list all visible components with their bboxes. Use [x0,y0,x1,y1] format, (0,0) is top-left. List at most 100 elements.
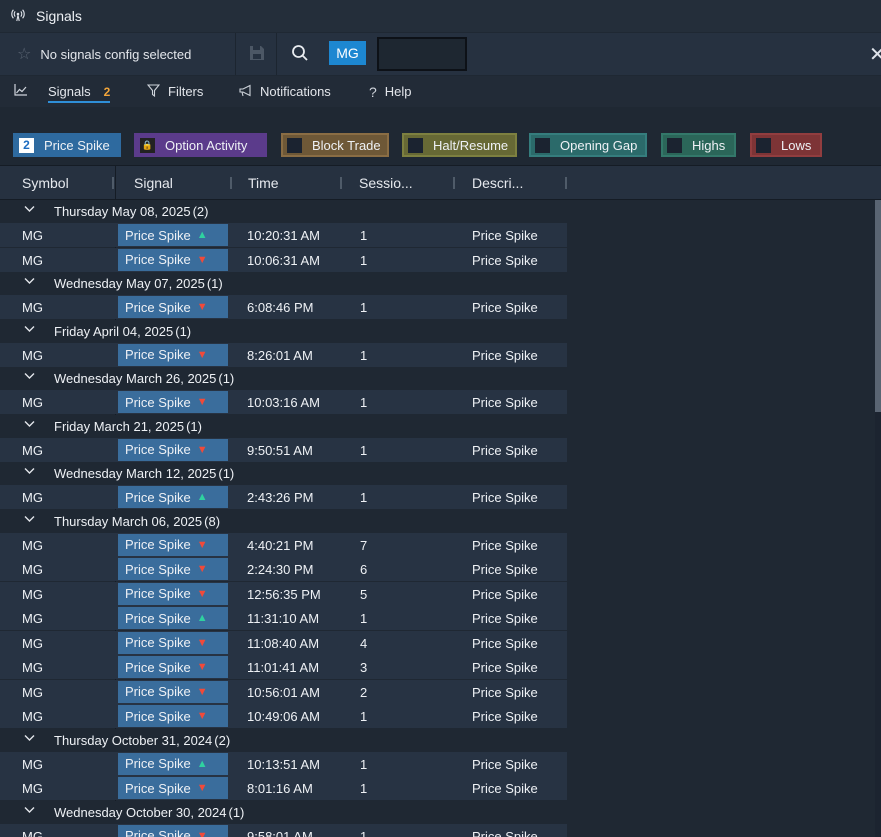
cell-signal[interactable]: Price Spike ▼ [118,248,228,271]
cell-time: 8:26:01 AM [247,347,313,363]
group-header[interactable]: Thursday March 06, 2025 (8) [0,509,876,533]
table-row[interactable]: MG Price Spike ▼ 10:49:06 AM 1 Price Spike [0,704,876,729]
chevron-down-icon[interactable] [24,203,38,217]
filter-checkbox[interactable] [756,137,771,153]
column-header-description[interactable]: Descri... [472,166,523,199]
signal-label: Price Spike [125,780,191,796]
column-resize-handle[interactable] [230,177,232,189]
group-header[interactable]: Wednesday October 30, 2024 (1) [0,800,876,824]
filter-checkbox[interactable] [535,137,550,153]
star-icon[interactable]: ☆ [17,44,31,64]
table-row[interactable]: MG Price Spike ▼ 11:01:41 AM 3 Price Spike [0,655,876,680]
chevron-down-icon[interactable] [24,804,38,818]
cell-signal[interactable]: Price Spike ▼ [118,343,228,366]
cell-session: 3 [360,660,368,675]
filter-lows[interactable]: Lows [750,133,822,157]
lock-icon: 🔒 [140,137,155,153]
table-row[interactable]: MG Price Spike ▼ 10:06:31 AM 1 Price Spike [0,247,876,273]
filter-opening-gap[interactable]: Opening Gap [529,133,647,157]
table-row[interactable]: MG Price Spike ▼ 6:08:46 PM 1 Price Spike [0,295,876,320]
column-resize-handle[interactable] [565,177,567,189]
column-header-signal[interactable]: Signal [134,166,173,199]
signal-label: Price Spike [125,684,191,699]
cell-session: 6 [360,562,368,577]
table-row[interactable]: MG Price Spike ▼ 12:56:35 PM 5 Price Spike [0,581,876,607]
chevron-down-icon[interactable] [24,323,38,337]
column-resize-handle[interactable] [453,177,455,189]
symbol-chip[interactable]: MG [329,41,366,65]
chevron-down-icon[interactable] [24,465,38,479]
table-row[interactable]: MG Price Spike ▼ 10:03:16 AM 1 Price Spike [0,390,876,415]
tab-signals[interactable]: Signals 2 [14,76,111,107]
cell-signal[interactable]: Price Spike ▼ [118,631,228,654]
group-header[interactable]: Friday March 21, 2025 (1) [0,414,876,438]
config-selector[interactable]: ☆ No signals config selected [0,33,236,75]
cell-signal[interactable]: Price Spike ▼ [118,656,228,678]
search-button[interactable] [285,33,315,75]
group-count: (1) [218,371,235,386]
cell-signal[interactable]: Price Spike ▼ [118,438,228,461]
column-resize-handle[interactable] [112,177,114,189]
cell-symbol: MG [22,228,43,243]
table-row[interactable]: MG Price Spike ▼ 8:26:01 AM 1 Price Spike [0,342,876,368]
cell-signal[interactable]: Price Spike ▼ [118,558,228,580]
filter-option-activity[interactable]: 🔒 Option Activity [134,133,267,157]
group-header[interactable]: Friday April 04, 2025 (1) [0,319,876,343]
close-icon[interactable]: ✕ [869,42,881,67]
cell-signal[interactable]: Price Spike ▲ [118,752,228,775]
cell-signal[interactable]: Price Spike ▲ [118,486,228,508]
cell-symbol: MG [22,537,43,553]
table-row[interactable]: MG Price Spike ▼ 11:08:40 AM 4 Price Spike [0,630,876,656]
scrollbar-thumb[interactable] [875,200,881,412]
cell-signal[interactable]: Price Spike ▼ [118,582,228,605]
table-row[interactable]: MG Price Spike ▼ 2:24:30 PM 6 Price Spike [0,557,876,582]
table-row[interactable]: MG Price Spike ▼ 8:01:16 AM 1 Price Spike [0,776,876,801]
filter-halt-resume[interactable]: Halt/Resume [402,133,517,157]
table-row[interactable]: MG Price Spike ▲ 11:31:10 AM 1 Price Spike [0,606,876,631]
column-header-time[interactable]: Time [248,166,279,199]
cell-signal[interactable]: Price Spike ▼ [118,391,228,413]
column-resize-handle[interactable] [340,177,342,189]
filter-price-spike[interactable]: 2 Price Spike [13,133,121,157]
chevron-down-icon[interactable] [24,418,38,432]
chevron-down-icon[interactable] [24,732,38,746]
filter-checkbox[interactable] [667,137,682,153]
table-row[interactable]: MG Price Spike ▲ 2:43:26 PM 1 Price Spike [0,485,876,510]
group-header[interactable]: Thursday May 08, 2025 (2) [0,200,876,223]
table-row[interactable]: MG Price Spike ▼ 9:50:51 AM 1 Price Spike [0,437,876,463]
filter-highs[interactable]: Highs [661,133,736,157]
column-header-symbol[interactable]: Symbol [22,166,69,199]
group-header[interactable]: Wednesday March 26, 2025 (1) [0,367,876,390]
cell-signal[interactable]: Price Spike ▼ [118,533,228,556]
symbol-input[interactable] [377,37,467,71]
group-header[interactable]: Wednesday May 07, 2025 (1) [0,272,876,295]
group-header[interactable]: Thursday October 31, 2024 (2) [0,728,876,752]
cell-time: 9:58:01 AM [247,828,313,837]
tab-help[interactable]: ? Help [369,76,412,107]
cell-time: 8:01:16 AM [247,781,313,796]
column-header-session[interactable]: Sessio... [359,166,413,199]
cell-signal[interactable]: Price Spike ▲ [118,224,228,246]
cell-signal[interactable]: Price Spike ▼ [118,296,228,318]
filter-label: Option Activity [165,137,248,153]
cell-signal[interactable]: Price Spike ▼ [118,705,228,727]
filter-checkbox[interactable] [287,137,302,153]
save-button[interactable] [237,33,277,75]
table-row[interactable]: MG Price Spike ▼ 4:40:21 PM 7 Price Spike [0,532,876,558]
filter-block-trade[interactable]: Block Trade [281,133,389,157]
chevron-down-icon[interactable] [24,370,38,384]
table-row[interactable]: MG Price Spike ▲ 10:13:51 AM 1 Price Spike [0,751,876,777]
filter-checkbox[interactable] [408,137,423,153]
cell-signal[interactable]: Price Spike ▼ [118,680,228,703]
cell-signal[interactable]: Price Spike ▼ [118,777,228,799]
chevron-down-icon[interactable] [24,275,38,289]
cell-signal[interactable]: Price Spike ▼ [118,824,228,837]
table-row[interactable]: MG Price Spike ▲ 10:20:31 AM 1 Price Spike [0,223,876,248]
table-row[interactable]: MG Price Spike ▼ 9:58:01 AM 1 Price Spike [0,823,876,837]
tab-filters[interactable]: Filters [146,76,203,107]
chevron-down-icon[interactable] [24,513,38,527]
group-header[interactable]: Wednesday March 12, 2025 (1) [0,462,876,485]
table-row[interactable]: MG Price Spike ▼ 10:56:01 AM 2 Price Spike [0,679,876,705]
tab-notifications[interactable]: Notifications [239,76,331,107]
cell-signal[interactable]: Price Spike ▲ [118,607,228,629]
